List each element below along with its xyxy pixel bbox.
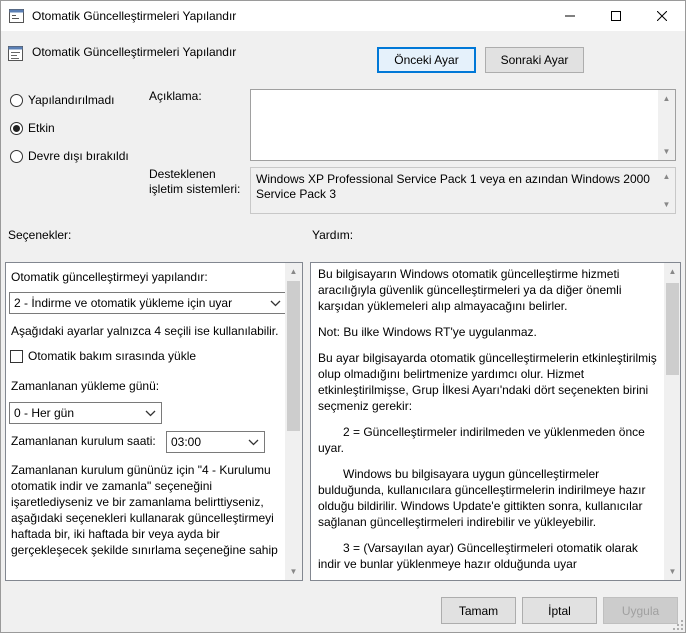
resize-grip-icon[interactable] xyxy=(673,620,684,631)
help-heading: Yardım: xyxy=(312,228,354,242)
configure-dropdown-value: 2 - İndirme ve otomatik yükleme için uya… xyxy=(14,296,233,310)
maintenance-checkbox[interactable] xyxy=(10,349,23,363)
radio-circle[interactable] xyxy=(10,93,23,107)
install-day-value: 0 - Her gün xyxy=(14,406,75,420)
help-text: Bu bilgisayarın Windows otomatik güncell… xyxy=(318,266,658,580)
options-scrollbar[interactable]: ▲ ▼ xyxy=(285,263,302,580)
maintenance-checkbox-label: Otomatik bakım sırasında yükle xyxy=(28,349,197,363)
apply-button[interactable]: Uygula xyxy=(603,597,678,624)
chevron-down-icon xyxy=(145,410,156,417)
maintenance-checkbox-row[interactable]: Otomatik bakım sırasında yükle xyxy=(10,349,196,363)
scroll-down-icon[interactable]: ▼ xyxy=(664,563,680,580)
note-text: Aşağıdaki ayarlar yalnızca 4 seçili ise … xyxy=(11,324,279,338)
title-bar[interactable]: Otomatik Güncelleştirmeleri Yapılandır xyxy=(1,1,685,31)
install-time-dropdown[interactable]: 03:00 xyxy=(166,431,265,453)
options-heading: Seçenekler: xyxy=(8,228,72,242)
radio-disabled[interactable]: Devre dışı bırakıldı xyxy=(10,149,129,163)
help-paragraph: Bu ayar bilgisayarda otomatik güncelleşt… xyxy=(318,351,657,413)
scroll-down-icon[interactable]: ▼ xyxy=(285,563,302,580)
minimize-icon xyxy=(565,15,575,17)
help-scroll-thumb[interactable] xyxy=(666,283,679,375)
help-panel: Bu bilgisayarın Windows otomatik güncell… xyxy=(310,262,681,581)
radio-enabled[interactable]: Etkin xyxy=(10,121,55,135)
scroll-down-icon[interactable]: ▼ xyxy=(658,196,675,213)
options-panel: Otomatik güncelleştirmeyi yapılandır: 2 … xyxy=(5,262,303,581)
maximize-icon xyxy=(611,11,621,21)
supported-on-field: Windows XP Professional Service Pack 1 v… xyxy=(250,167,676,214)
radio-label: Yapılandırılmadı xyxy=(28,93,115,107)
radio-not-configured[interactable]: Yapılandırılmadı xyxy=(10,93,115,107)
scroll-up-icon[interactable]: ▲ xyxy=(664,263,680,280)
help-paragraph: Windows bu bilgisayara uygun güncelleşti… xyxy=(318,467,646,529)
chevron-down-icon xyxy=(270,300,281,307)
help-paragraph: Bu bilgisayarın Windows otomatik güncell… xyxy=(318,267,622,313)
policy-settings-icon xyxy=(9,9,24,23)
scroll-up-icon[interactable]: ▲ xyxy=(285,263,302,280)
help-paragraph: 3 = (Varsayılan ayar) Güncelleştirmeleri… xyxy=(318,541,638,571)
supported-on-value: Windows XP Professional Service Pack 1 v… xyxy=(256,172,650,201)
help-scrollbar[interactable]: ▲ ▼ xyxy=(664,263,680,580)
policy-dialog: Otomatik Güncelleştirmeleri Yapılandır O… xyxy=(0,0,686,633)
close-button[interactable] xyxy=(639,1,685,31)
cancel-button[interactable]: İptal xyxy=(522,597,597,624)
chevron-down-icon xyxy=(248,439,259,446)
minimize-button[interactable] xyxy=(547,1,593,31)
close-icon xyxy=(657,11,667,21)
help-paragraph: 2 = Güncelleştirmeler indirilmeden ve yü… xyxy=(318,425,645,455)
radio-circle[interactable] xyxy=(10,149,23,163)
window-title: Otomatik Güncelleştirmeleri Yapılandır xyxy=(32,9,237,23)
radio-label: Devre dışı bırakıldı xyxy=(28,149,129,163)
ok-button[interactable]: Tamam xyxy=(441,597,516,624)
previous-setting-button[interactable]: Önceki Ayar xyxy=(377,47,476,73)
scroll-up-icon[interactable]: ▲ xyxy=(658,90,675,107)
radio-circle-selected[interactable] xyxy=(10,121,23,135)
options-description: Zamanlanan kurulum gününüz için "4 - Kur… xyxy=(11,463,278,557)
configure-dropdown[interactable]: 2 - İndirme ve otomatik yükleme için uya… xyxy=(9,292,287,314)
install-day-label: Zamanlanan yükleme günü: xyxy=(11,379,160,393)
install-time-label: Zamanlanan kurulum saati: xyxy=(11,434,156,448)
scroll-up-icon[interactable]: ▲ xyxy=(658,168,675,185)
options-scroll-thumb[interactable] xyxy=(287,281,300,431)
supported-label-line2: işletim sistemleri: xyxy=(149,182,241,196)
radio-label: Etkin xyxy=(28,121,55,135)
policy-name: Otomatik Güncelleştirmeleri Yapılandır xyxy=(32,45,237,59)
install-day-dropdown[interactable]: 0 - Her gün xyxy=(9,402,162,424)
maximize-button[interactable] xyxy=(593,1,639,31)
comment-label: Açıklama: xyxy=(149,89,202,103)
supported-label-line1: Desteklenen xyxy=(149,167,216,181)
scroll-down-icon[interactable]: ▼ xyxy=(658,143,675,160)
configure-label: Otomatik güncelleştirmeyi yapılandır: xyxy=(11,270,208,284)
supported-scrollbar[interactable]: ▲ ▼ xyxy=(658,168,675,213)
comment-scrollbar[interactable]: ▲ ▼ xyxy=(658,90,675,160)
install-time-value: 03:00 xyxy=(171,435,202,449)
comment-textarea[interactable]: ▲ ▼ xyxy=(250,89,676,161)
policy-icon xyxy=(8,46,23,61)
next-setting-button[interactable]: Sonraki Ayar xyxy=(485,47,584,73)
help-paragraph: Not: Bu ilke Windows RT'ye uygulanmaz. xyxy=(318,325,537,339)
